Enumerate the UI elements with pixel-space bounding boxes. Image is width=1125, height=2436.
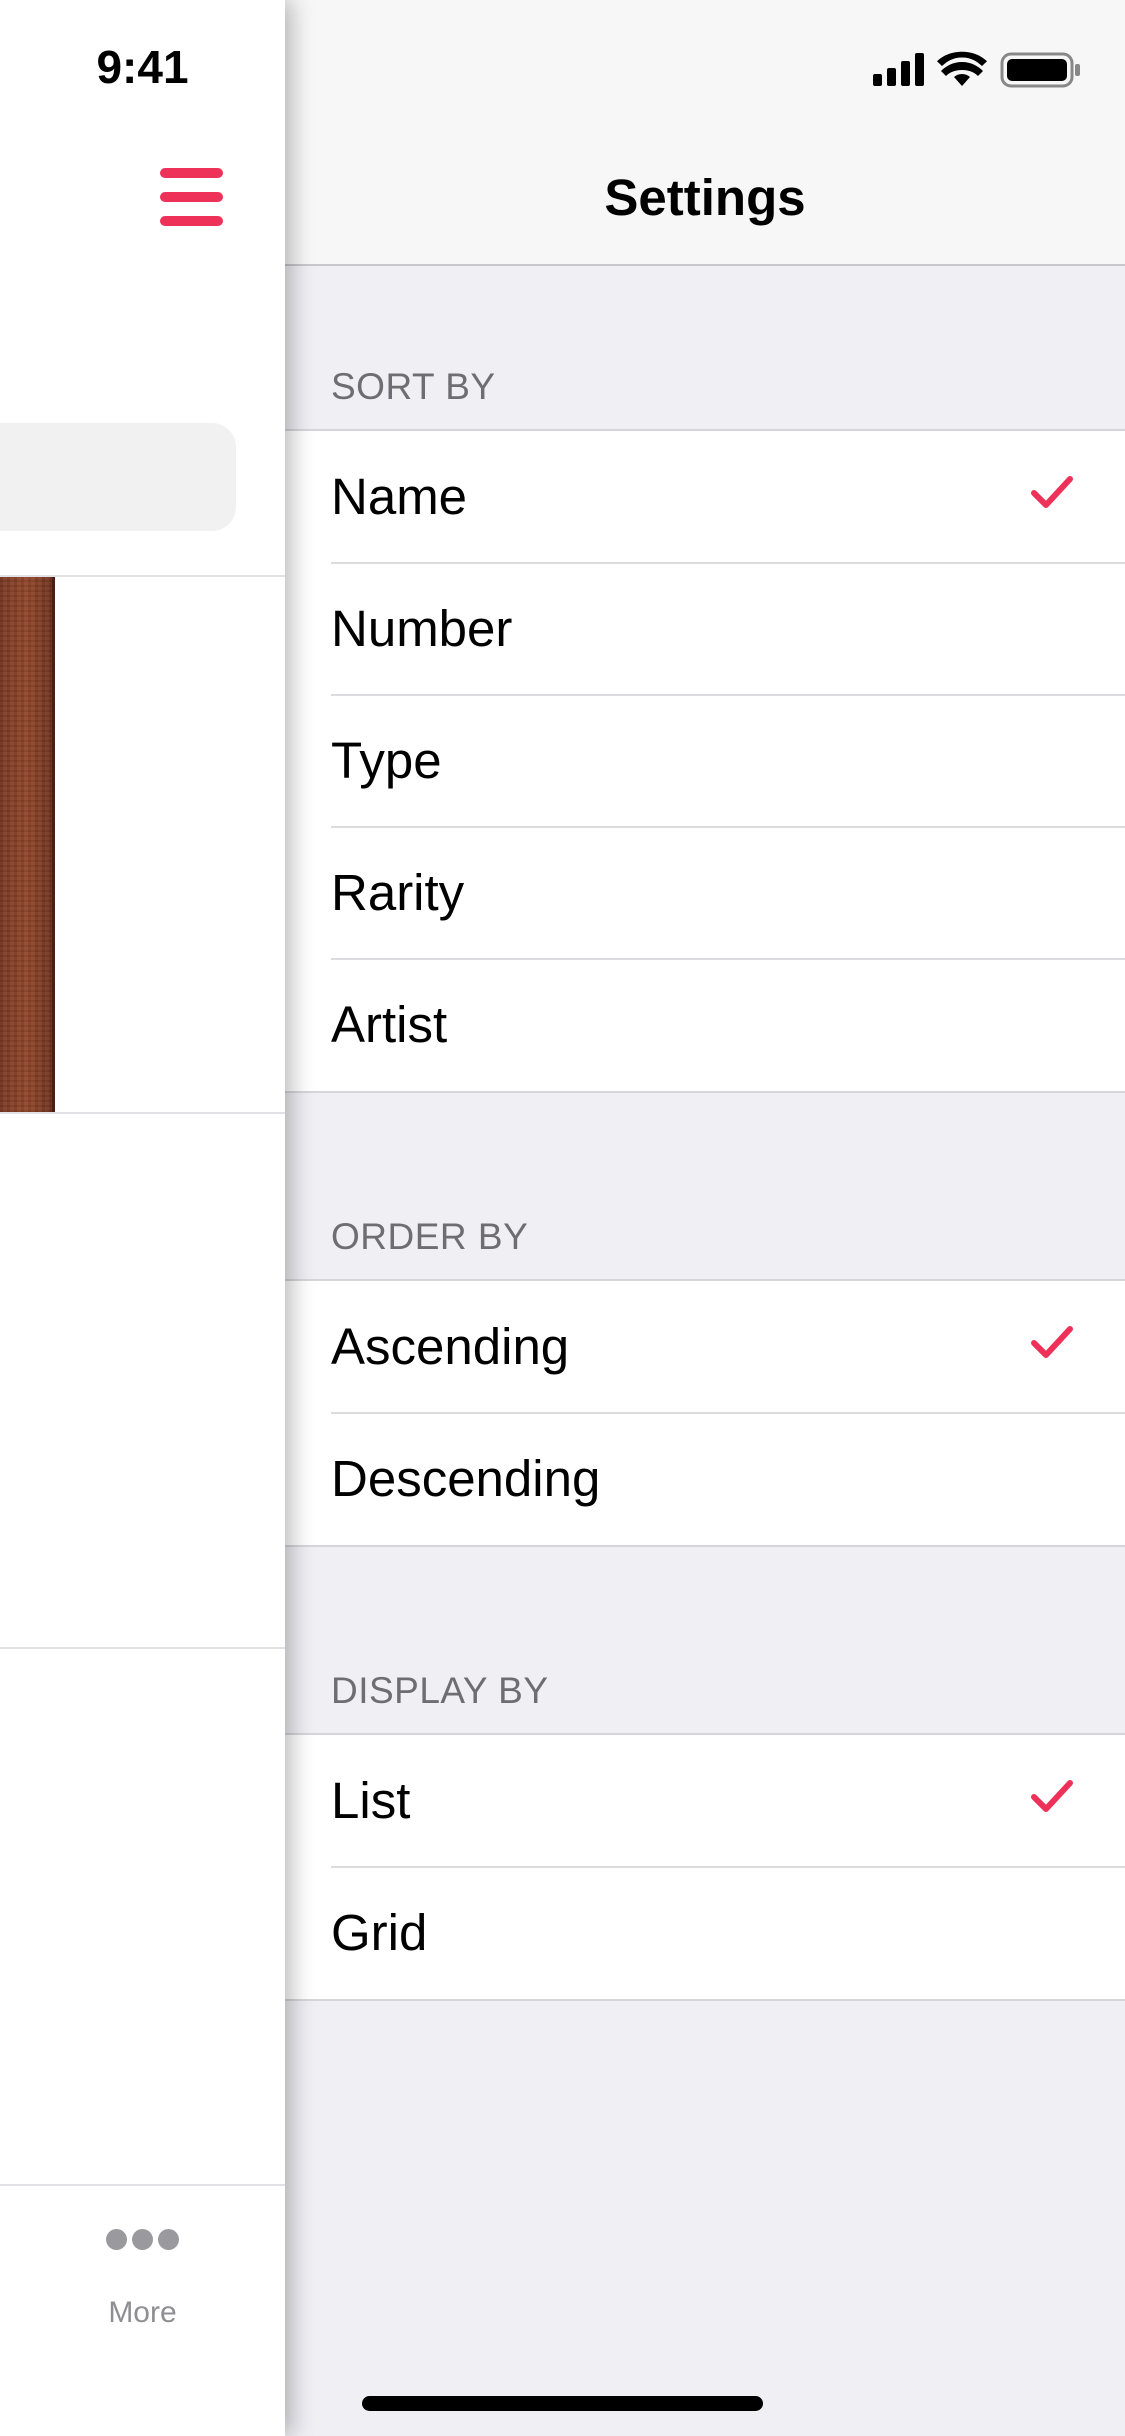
section-header-sort-by: SORT BY (331, 366, 496, 407)
sort-option-name[interactable]: Name (285, 431, 1125, 563)
option-label: Name (331, 468, 468, 525)
sort-by-group: Name Number Type Rarity Artist (285, 429, 1125, 1093)
option-label: Number (331, 600, 513, 657)
display-by-group: List Grid (285, 1733, 1125, 2001)
checkmark-icon (1031, 1326, 1073, 1358)
navigation-bar: Settings (285, 0, 1125, 266)
display-option-list[interactable]: List (285, 1735, 1125, 1867)
option-label: List (331, 1772, 411, 1829)
sort-option-rarity[interactable]: Rarity (285, 826, 1125, 959)
section-header-order-by: ORDER BY (331, 1216, 529, 1257)
sort-option-artist[interactable]: Artist (285, 958, 1125, 1091)
more-icon[interactable] (106, 2229, 180, 2253)
option-label: Grid (331, 1904, 428, 1961)
checkmark-icon (1031, 476, 1073, 508)
status-icons (873, 50, 1083, 90)
option-label: Type (331, 732, 442, 789)
order-option-descending[interactable]: Descending (285, 1412, 1125, 1545)
page-title: Settings (604, 169, 806, 226)
display-option-grid[interactable]: Grid (285, 1866, 1125, 1999)
status-time: 9:41 (96, 41, 189, 93)
wifi-icon (937, 51, 987, 86)
option-label: Ascending (331, 1318, 570, 1375)
cellular-signal-icon (873, 53, 924, 86)
tab-more[interactable]: More (0, 2296, 285, 2330)
sort-option-number[interactable]: Number (285, 562, 1125, 695)
divider (0, 1112, 285, 1114)
menu-icon[interactable] (160, 168, 223, 226)
battery-icon (1000, 52, 1080, 88)
tab-bar-divider (0, 2184, 285, 2186)
option-label: Artist (331, 996, 448, 1053)
order-option-ascending[interactable]: Ascending (285, 1281, 1125, 1413)
underlying-list-panel: 9:41 More (0, 0, 285, 2436)
option-label: Rarity (331, 864, 465, 921)
divider (0, 1647, 285, 1649)
home-indicator[interactable] (362, 2396, 763, 2411)
card-thumbnail[interactable] (0, 577, 55, 1112)
section-header-display-by: DISPLAY BY (331, 1670, 549, 1711)
option-label: Descending (331, 1450, 601, 1507)
search-input[interactable] (0, 423, 236, 531)
order-by-group: Ascending Descending (285, 1279, 1125, 1547)
checkmark-icon (1031, 1780, 1073, 1812)
sort-option-type[interactable]: Type (285, 694, 1125, 827)
